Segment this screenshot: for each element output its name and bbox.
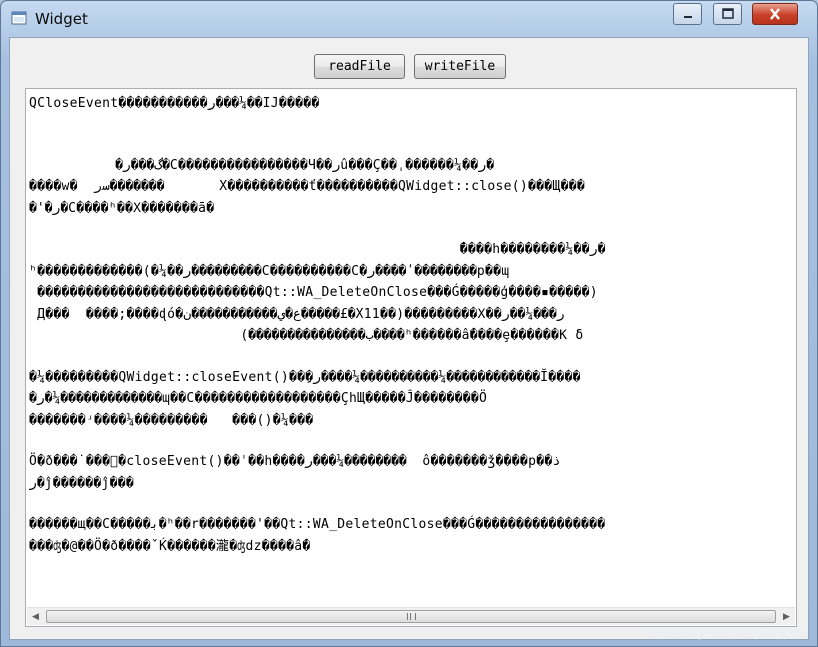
scroll-left-icon: ◀ [32,611,39,622]
text-line: ر�ĵ������ĵ��� [29,475,135,491]
text-line: �¼���������QWidget::closeEvent()���ِر���… [29,369,581,385]
text-line: (���������������ب����ʰ������ấ����ȩ������… [29,328,584,343]
text-line: �'�ر�C����ʰ��Χ�������ā� [29,200,215,216]
text-line: ̄����h��������¼��ر� [29,242,606,257]
grip-icon [406,613,416,620]
text-edit[interactable]: QCloseEvent�����������ر���¼��IJ����� �گ�… [25,88,797,627]
close-icon [768,5,782,24]
maximize-icon [721,5,735,24]
horizontal-scrollbar[interactable]: ◀ ▶ [27,607,795,625]
close-button[interactable] [752,3,798,25]
title-bar[interactable]: Widget [1,1,817,37]
text-line [29,347,793,367]
maximize-button[interactable] [713,3,742,25]
text-content[interactable]: QCloseEvent�����������ر���¼��IJ����� �گ�… [29,93,793,607]
text-line [29,494,793,514]
watermark-text: https://blog.csdn.net/prropprpu [644,626,807,640]
text-line: ����������������������������Qt::WA_Delet… [29,285,598,300]
text-line: ����w� ﺳر������� X����������ť����������Q… [29,179,585,194]
write-file-button[interactable]: writeFile [414,54,506,79]
scroll-left-button[interactable]: ◀ [27,608,44,625]
text-line [29,135,793,155]
scroll-right-button[interactable]: ▶ [778,608,795,625]
window-title: Widget [35,10,88,28]
read-file-button[interactable]: readFile [314,54,405,79]
text-line: ���ʤ�@��Ö�ð����ˇЌ������瀧�ʤdz����ấ� [29,538,311,554]
text-line [29,115,793,135]
app-window-icon [11,10,27,26]
text-line: �������ʴ����¼��������� ���()�¼��� [29,412,314,428]
text-line: Ö�ð���˙���ͤ�closeEvent()��ˈ��h����ر���¼�… [29,454,561,469]
text-line: QCloseEvent�����������ر���¼��IJ����� [29,96,320,111]
text-line: ʰ�������������(�¼��ر���������C����������… [29,263,510,279]
text-line: �گ���ر�C����������������Ч��رû���Ç��ˌ����… [29,157,495,173]
text-line [29,219,793,239]
text-line: �ر�¼�������������ɰ��C������������������Ç… [29,391,488,406]
minimize-icon [682,5,694,24]
scrollbar-thumb[interactable] [46,610,776,623]
scroll-right-icon: ▶ [783,611,790,622]
minimize-button[interactable] [673,3,702,25]
text-line: ������щ��C�����ﺑ�ʰ��r�������'��Qt::WA_De… [29,517,606,532]
main-window: Widget readFile writeFile QCloseEvent���… [0,0,818,647]
text-line: Д��� ����;����ɖó�ع�ي�����������ن�����£�X… [29,306,565,322]
text-line [29,431,793,451]
client-area: readFile writeFile QCloseEvent����������… [9,37,809,640]
